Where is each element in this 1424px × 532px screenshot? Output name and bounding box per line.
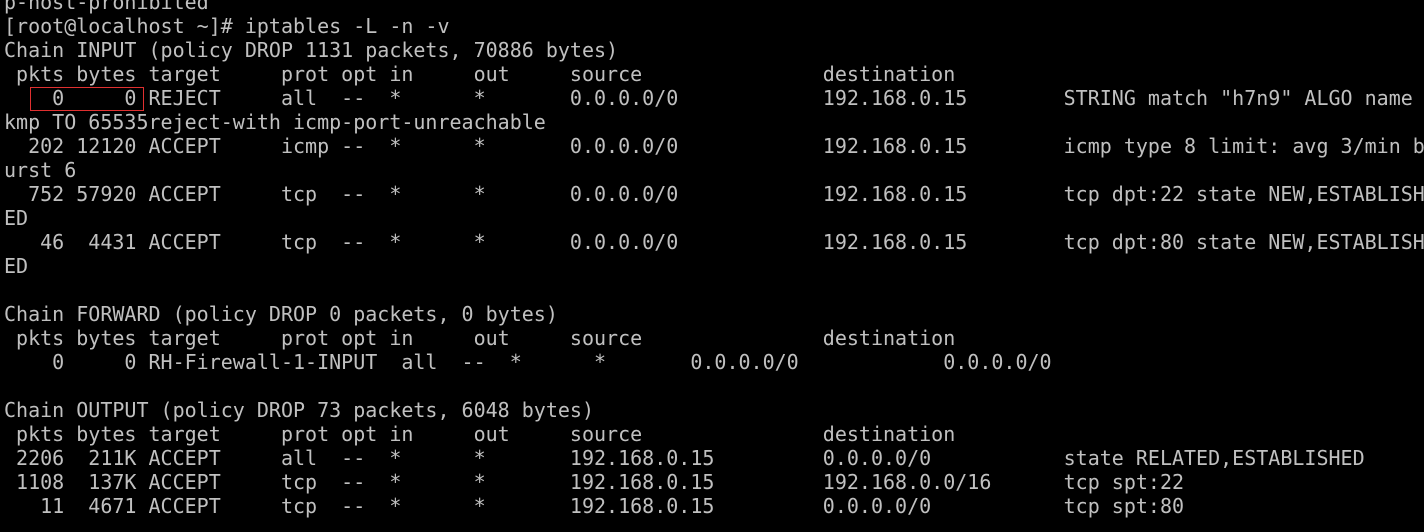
highlight-box <box>30 87 144 111</box>
rule-row: 1108 137K ACCEPT tcp -- * * 192.168.0.15… <box>4 470 1185 494</box>
rule-row: 752 57920 ACCEPT tcp -- * * 0.0.0.0/0 19… <box>4 182 1424 206</box>
chain-output-header: Chain OUTPUT (policy DROP 73 packets, 60… <box>4 398 595 422</box>
rule-row: 46 4431 ACCEPT tcp -- * * 0.0.0.0/0 192.… <box>4 230 1424 254</box>
column-header: pkts bytes target prot opt in out source… <box>4 62 956 86</box>
rule-row: 11 4671 ACCEPT tcp -- * * 192.168.0.15 0… <box>4 494 1185 518</box>
terminal-command-line: [root@localhost ~]# iptables -L -n -v <box>4 14 450 38</box>
rule-row: 2206 211K ACCEPT all -- * * 192.168.0.15… <box>4 446 1365 470</box>
chain-input-header: Chain INPUT (policy DROP 1131 packets, 7… <box>4 38 619 62</box>
terminal-output[interactable]: p-host-prohibited [root@localhost ~]# ip… <box>4 0 1424 518</box>
rule-row: 0 0 REJECT all -- * * 0.0.0.0/0 192.168.… <box>4 86 1413 110</box>
rule-row-wrap: ED <box>4 206 29 230</box>
chain-forward-header: Chain FORWARD (policy DROP 0 packets, 0 … <box>4 302 558 326</box>
rule-row: 202 12120 ACCEPT icmp -- * * 0.0.0.0/0 1… <box>4 134 1424 158</box>
rule-row-wrap: urst 6 <box>4 158 77 182</box>
rule-row-wrap: kmp TO 65535reject-with icmp-port-unreac… <box>4 110 546 134</box>
rule-row-wrap: ED <box>4 254 29 278</box>
column-header: pkts bytes target prot opt in out source… <box>4 326 956 350</box>
column-header: pkts bytes target prot opt in out source… <box>4 422 956 446</box>
rule-row: 0 0 RH-Firewall-1-INPUT all -- * * 0.0.0… <box>4 350 1052 374</box>
terminal-line: p-host-prohibited <box>4 0 209 14</box>
